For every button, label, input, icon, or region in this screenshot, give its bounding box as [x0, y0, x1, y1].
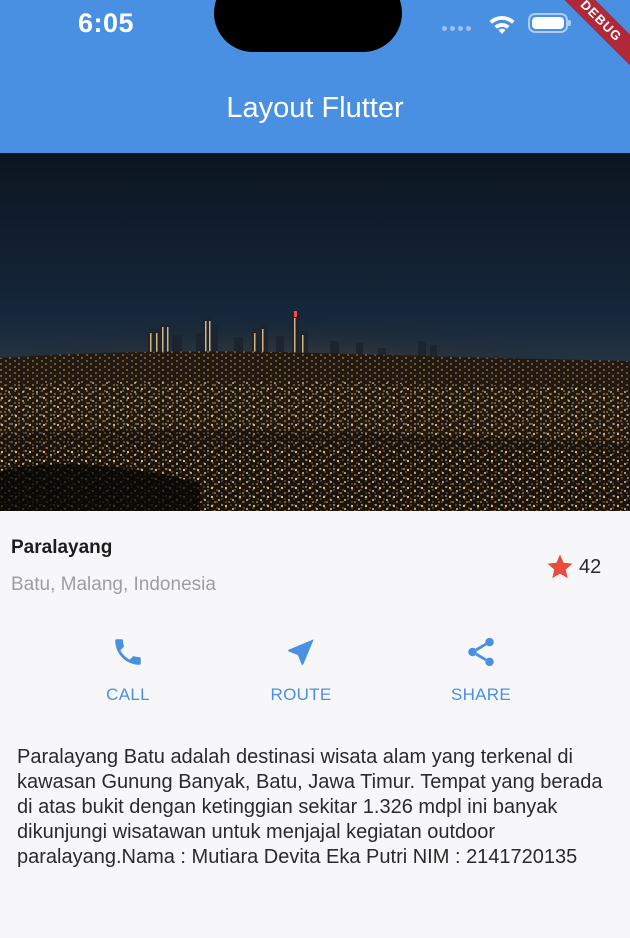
rating[interactable]: 42	[545, 552, 601, 582]
place-location: Batu, Malang, Indonesia	[11, 574, 216, 595]
status-time: 6:05	[78, 8, 135, 38]
call-button[interactable]: CALL	[68, 635, 188, 705]
cellular-signal-icon	[442, 26, 471, 31]
description-text: Paralayang Batu adalah destinasi wisata …	[17, 746, 603, 868]
route-button[interactable]: ROUTE	[241, 635, 361, 705]
dynamic-island	[214, 0, 402, 52]
page-title: Layout Flutter	[226, 92, 404, 124]
route-label: ROUTE	[270, 685, 332, 704]
phone-icon	[115, 639, 141, 665]
app-screen: 6:05 DEBUG Layout Flutter Paralayang Bat…	[0, 0, 630, 938]
city-night-skyline-image	[0, 153, 630, 511]
share-label: SHARE	[450, 685, 512, 704]
debug-banner: DEBUG	[547, 0, 630, 75]
share-icon	[468, 637, 494, 667]
star-icon	[547, 554, 573, 579]
rating-count: 42	[579, 555, 602, 578]
wifi-icon	[489, 15, 515, 34]
place-name: Paralayang	[11, 537, 113, 558]
call-label: CALL	[106, 685, 150, 704]
navigation-icon	[288, 639, 314, 665]
share-button[interactable]: SHARE	[421, 635, 541, 705]
hero-image	[0, 153, 630, 511]
app-bar: 6:05 DEBUG Layout Flutter	[0, 0, 630, 153]
battery-icon	[528, 13, 571, 33]
